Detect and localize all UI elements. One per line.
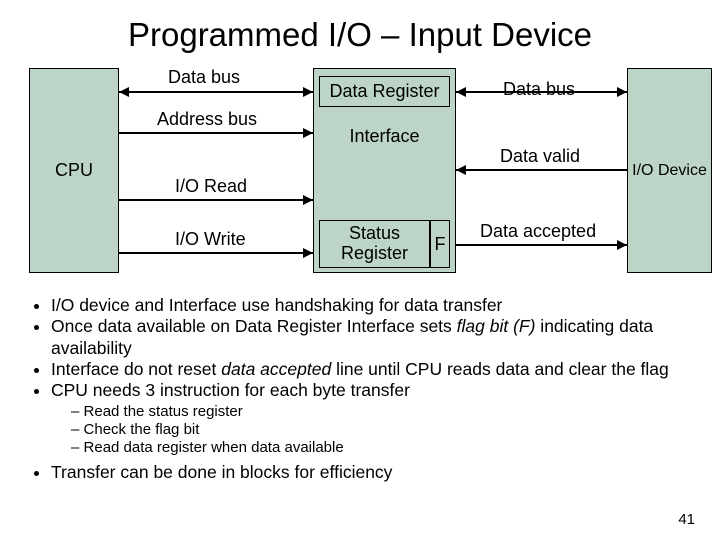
flag-bit-block: F — [430, 220, 450, 268]
bullet-list: I/O device and Interface use handshaking… — [29, 295, 694, 483]
data-bus-left-line — [119, 91, 313, 93]
io-write-label: I/O Write — [175, 229, 246, 250]
arrowhead-icon — [303, 87, 313, 97]
data-accepted-line — [456, 244, 627, 246]
data-bus-right-label: Data bus — [503, 79, 575, 100]
arrowhead-icon — [617, 240, 627, 250]
io-write-line — [119, 252, 313, 254]
list-item: Once data available on Data Register Int… — [51, 316, 694, 359]
arrowhead-icon — [456, 165, 466, 175]
status-register-block: Status Register — [319, 220, 430, 268]
arrowhead-icon — [303, 248, 313, 258]
arrowhead-icon — [303, 195, 313, 205]
io-diagram: CPU Interface I/O Device Data Register S… — [0, 64, 720, 289]
arrowhead-icon — [119, 87, 129, 97]
data-bus-left-label: Data bus — [168, 67, 240, 88]
arrowhead-icon — [303, 128, 313, 138]
list-item: Read data register when data available — [71, 439, 694, 457]
cpu-block: CPU — [29, 68, 119, 273]
io-read-label: I/O Read — [175, 176, 247, 197]
data-accepted-label: Data accepted — [480, 221, 596, 242]
arrowhead-icon — [617, 87, 627, 97]
io-device-block: I/O Device — [627, 68, 712, 273]
data-valid-line — [456, 169, 627, 171]
data-valid-label: Data valid — [500, 146, 580, 167]
io-read-line — [119, 199, 313, 201]
address-bus-label: Address bus — [157, 109, 257, 130]
list-item: I/O device and Interface use handshaking… — [51, 295, 694, 316]
list-item: CPU needs 3 instruction for each byte tr… — [51, 380, 694, 401]
interface-label: Interface — [313, 126, 456, 147]
page-title: Programmed I/O – Input Device — [0, 0, 720, 54]
address-bus-line — [119, 132, 313, 134]
list-item: Transfer can be done in blocks for effic… — [51, 462, 694, 483]
page-number: 41 — [678, 511, 695, 528]
list-item: Read the status register — [71, 403, 694, 421]
arrowhead-icon — [456, 87, 466, 97]
list-item: Interface do not reset data accepted lin… — [51, 359, 694, 380]
data-register-block: Data Register — [319, 76, 450, 107]
list-item: Check the flag bit — [71, 421, 694, 439]
